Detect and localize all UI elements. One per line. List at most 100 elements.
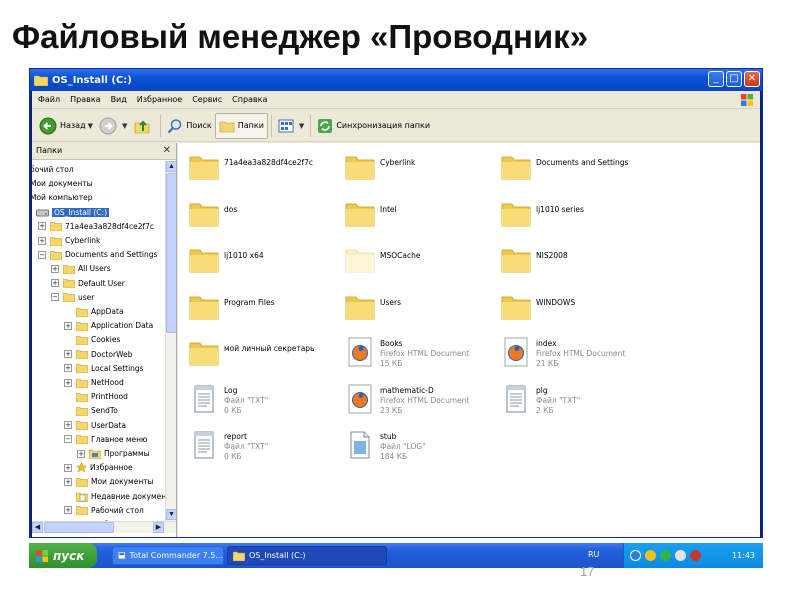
window-titlebar[interactable]: OS_Install (C:) _ □ ✕: [30, 69, 762, 91]
folder-item[interactable]: MSOCache: [336, 238, 486, 282]
folder-item[interactable]: WINDOWS: [492, 285, 642, 329]
close-icon[interactable]: ✕: [163, 143, 171, 159]
tree-item[interactable]: + Программы: [77, 447, 150, 460]
tree-item[interactable]: + Рабочий стол: [64, 504, 144, 517]
tree-item[interactable]: Недавние документ: [64, 490, 165, 503]
chevron-down-icon[interactable]: ▼: [122, 122, 127, 130]
tree-item[interactable]: + Application Data: [64, 319, 153, 332]
expand-icon[interactable]: +: [64, 378, 72, 387]
tray-messenger-icon[interactable]: [645, 550, 656, 561]
tree-item[interactable]: + NetHood: [64, 376, 124, 389]
tray-network-icon[interactable]: [630, 550, 641, 561]
file-item[interactable]: report Файл "TXT" 0 КБ: [180, 424, 330, 468]
tree-item[interactable]: SendTo: [64, 404, 118, 417]
expand-icon[interactable]: +: [64, 350, 72, 359]
folder-item[interactable]: Documents and Settings: [492, 145, 642, 189]
tree-vertical-scrollbar[interactable]: ▲ ▼: [165, 161, 176, 521]
expand-icon[interactable]: +: [38, 222, 46, 231]
tray-shield-icon[interactable]: [690, 550, 701, 561]
folder-item[interactable]: NIS2008: [492, 238, 642, 282]
tree-item[interactable]: − Documents and Settings: [38, 248, 157, 261]
search-button[interactable]: Поиск: [164, 113, 214, 139]
minimize-button[interactable]: _: [708, 71, 724, 87]
file-item[interactable]: mathematic-D Firefox HTML Document 23 КБ: [336, 378, 486, 422]
folder-item[interactable]: Cyberlink: [336, 145, 486, 189]
tree-item[interactable]: + Мои документы: [64, 475, 154, 488]
folder-item[interactable]: dos: [180, 192, 330, 236]
expand-icon[interactable]: +: [64, 421, 72, 430]
folder-item[interactable]: lj1010 series: [492, 192, 642, 236]
tree-item[interactable]: бочий стол: [32, 163, 74, 176]
tree-item[interactable]: + DoctorWeb: [64, 348, 132, 361]
expand-icon[interactable]: +: [64, 463, 72, 472]
tray-antivirus-icon[interactable]: [660, 550, 671, 561]
tree-item[interactable]: AppData: [64, 305, 124, 318]
scroll-thumb[interactable]: [44, 522, 114, 533]
collapse-icon[interactable]: −: [64, 435, 72, 444]
scroll-left-icon[interactable]: ◀: [32, 522, 43, 533]
expand-icon[interactable]: +: [64, 477, 72, 486]
tree-item[interactable]: + All Users: [51, 262, 111, 275]
tree-item[interactable]: PrintHood: [64, 390, 128, 403]
tree-item[interactable]: Мой компьютер: [32, 191, 92, 204]
menu-tools[interactable]: Сервис: [192, 95, 222, 104]
file-item[interactable]: index Firefox HTML Document 21 КБ: [492, 331, 642, 375]
scroll-up-icon[interactable]: ▲: [166, 161, 176, 172]
tree-item[interactable]: + UserData: [64, 419, 126, 432]
collapse-icon[interactable]: −: [51, 293, 59, 302]
sync-folder-button[interactable]: Синхронизация папки: [314, 113, 433, 139]
taskbar-item-explorer[interactable]: OS_Install (C:): [227, 546, 387, 565]
taskbar-item-total-commander[interactable]: Total Commander 7.5...: [112, 546, 224, 565]
expand-icon[interactable]: +: [38, 236, 46, 245]
expand-icon[interactable]: +: [51, 264, 59, 273]
tree-item[interactable]: OS_Install (C:): [36, 206, 109, 219]
expand-icon[interactable]: +: [77, 449, 85, 458]
folders-button[interactable]: Папки: [214, 112, 268, 139]
file-item[interactable]: plg Файл "TXT" 2 КБ: [492, 378, 642, 422]
start-button[interactable]: пуск: [29, 543, 97, 568]
clock[interactable]: 11:43: [732, 551, 755, 560]
chevron-down-icon[interactable]: ▼: [88, 122, 93, 130]
tree-item[interactable]: − user: [51, 291, 94, 304]
views-button[interactable]: ▼: [275, 113, 307, 139]
tree-item[interactable]: + Избранное: [64, 461, 133, 474]
expand-icon[interactable]: +: [51, 279, 59, 288]
menu-view[interactable]: Вид: [111, 95, 127, 104]
file-item[interactable]: Log Файл "TXT" 0 КБ: [180, 378, 330, 422]
menu-help[interactable]: Справка: [232, 95, 267, 104]
expand-icon[interactable]: +: [64, 364, 72, 373]
maximize-button[interactable]: □: [726, 71, 742, 87]
tree-item[interactable]: − Главное меню: [64, 433, 147, 446]
tree-item[interactable]: + Local Settings: [64, 362, 144, 375]
menu-edit[interactable]: Правка: [70, 95, 100, 104]
tree-item[interactable]: +71a4ea3a828df4ce2f7c: [38, 220, 154, 233]
menu-favorites[interactable]: Избранное: [137, 95, 182, 104]
tray-volume-icon[interactable]: [675, 550, 686, 561]
scroll-right-icon[interactable]: ▶: [153, 522, 164, 533]
collapse-icon[interactable]: −: [38, 250, 46, 259]
folder-item[interactable]: Intel: [336, 192, 486, 236]
folder-item[interactable]: Program Files: [180, 285, 330, 329]
forward-button[interactable]: ▼: [96, 113, 130, 139]
folder-item[interactable]: lj1010 x64: [180, 238, 330, 282]
expand-icon[interactable]: +: [64, 321, 72, 330]
tree-item[interactable]: + Cyberlink: [38, 234, 100, 247]
tree-item[interactable]: + Default User: [51, 277, 125, 290]
folder-item[interactable]: Users: [336, 285, 486, 329]
tree-item[interactable]: Мои документы: [32, 177, 93, 190]
folder-item[interactable]: мой личный секретарь: [180, 331, 330, 375]
tree-horizontal-scrollbar[interactable]: ◀ ▶: [32, 521, 176, 533]
up-button[interactable]: [130, 113, 157, 139]
scroll-thumb[interactable]: [166, 173, 176, 333]
folder-item[interactable]: 71a4ea3a828df4ce2f7c: [180, 145, 330, 189]
chevron-down-icon[interactable]: ▼: [299, 122, 304, 130]
tree-item[interactable]: Cookies: [64, 333, 120, 346]
close-button[interactable]: ✕: [744, 71, 760, 87]
scroll-down-icon[interactable]: ▼: [166, 509, 176, 520]
back-button[interactable]: Назад ▼: [36, 113, 96, 139]
language-indicator[interactable]: RU: [588, 550, 599, 559]
expand-icon[interactable]: +: [64, 506, 72, 515]
file-item[interactable]: Books Firefox HTML Document 15 КБ: [336, 331, 486, 375]
menu-file[interactable]: Файл: [38, 95, 60, 104]
file-item[interactable]: stub Файл "LOG" 184 КБ: [336, 424, 486, 468]
